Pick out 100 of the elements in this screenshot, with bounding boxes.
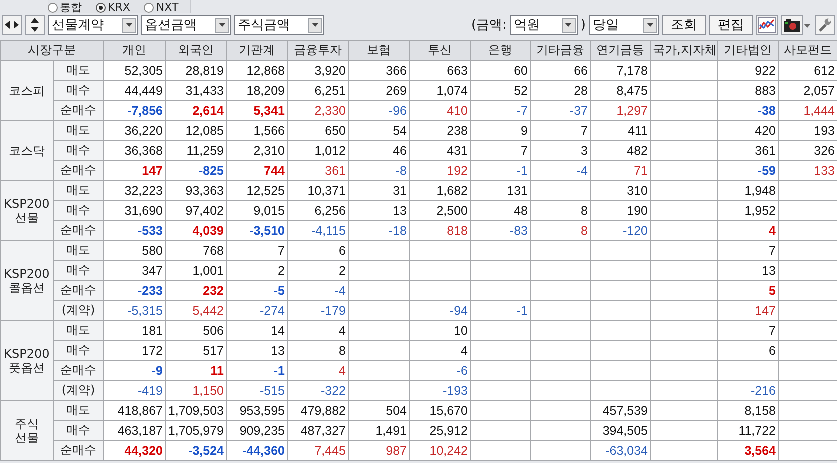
table-cell: 1,074: [410, 80, 470, 100]
table-cell: 463,187: [104, 420, 166, 440]
camera-icon[interactable]: [781, 15, 803, 35]
toolbar-button[interactable]: 조회: [662, 15, 706, 35]
table-cell: -44,360: [226, 440, 288, 460]
row-label: 매도: [54, 240, 104, 260]
table-cell: 232: [166, 280, 226, 300]
table-cell: 744: [226, 160, 288, 180]
vertical-arrows-icon[interactable]: [25, 15, 45, 35]
dropdown[interactable]: 옵션금액: [141, 15, 231, 35]
market-label: KSP200 콜옵션: [0, 240, 54, 320]
table-cell: 650: [288, 120, 348, 140]
table-cell: 15,670: [410, 400, 470, 420]
table-cell: -120: [590, 220, 650, 240]
row-label: (계약): [54, 300, 104, 320]
table-cell: 192: [410, 160, 470, 180]
table-cell: 8: [530, 220, 590, 240]
market-label: KSP200 풋옵션: [0, 320, 54, 400]
table-cell: 1,150: [166, 380, 226, 400]
table-cell: -5: [226, 280, 288, 300]
table-cell: -193: [410, 380, 470, 400]
table-cell: 14: [226, 320, 288, 340]
table-cell: 768: [166, 240, 226, 260]
table-cell: 420: [718, 120, 778, 140]
column-header: 국가,지자체: [650, 40, 718, 60]
toolbar-button[interactable]: 편집: [709, 15, 753, 35]
row-label: 순매수: [54, 220, 104, 240]
table-cell: 7,445: [288, 440, 348, 460]
radio-label[interactable]: 통합: [60, 2, 82, 13]
table-cell: 66: [530, 60, 590, 80]
column-header: 외국인: [166, 40, 226, 60]
table-cell: 13: [718, 260, 778, 280]
row-label: 순매수: [54, 280, 104, 300]
wrench-icon[interactable]: [815, 15, 835, 35]
table-cell: 12,868: [226, 60, 288, 80]
table-cell: 93,363: [166, 180, 226, 200]
table-cell: 7: [718, 320, 778, 340]
line-chart-icon[interactable]: [756, 15, 778, 35]
table-cell: 909,235: [226, 420, 288, 440]
table-cell: -1: [470, 160, 530, 180]
table-cell: 147: [104, 160, 166, 180]
table-cell: 48: [470, 200, 530, 220]
table-cell: 71: [590, 160, 650, 180]
table-cell: 1,948: [718, 180, 778, 200]
row-label: 순매수: [54, 360, 104, 380]
table-cell: -5,315: [104, 300, 166, 320]
table-cell: 11: [166, 360, 226, 380]
table-cell: 31: [348, 180, 410, 200]
column-header: 기타금융: [530, 40, 590, 60]
table-cell: -419: [104, 380, 166, 400]
table-cell: 238: [410, 120, 470, 140]
row-label: 매도: [54, 120, 104, 140]
table-cell: 1,705,979: [166, 420, 226, 440]
table-cell: 44,449: [104, 80, 166, 100]
table-cell: 7: [718, 240, 778, 260]
dropdown[interactable]: 당일: [589, 15, 659, 35]
row-label: 순매수: [54, 160, 104, 180]
table-cell: 172: [104, 340, 166, 360]
table-cell: 7: [530, 120, 590, 140]
table-cell: 479,882: [288, 400, 348, 420]
horizontal-arrows-icon[interactable]: [2, 15, 22, 35]
row-label: 매도: [54, 60, 104, 80]
column-header: 기타법인: [718, 40, 778, 60]
table-cell: 347: [104, 260, 166, 280]
table-cell: 13: [348, 200, 410, 220]
table-cell: 36,368: [104, 140, 166, 160]
row-label: 순매수: [54, 100, 104, 120]
column-header: 시장구분: [0, 40, 104, 60]
row-label: 매도: [54, 400, 104, 420]
table-cell: 3,920: [288, 60, 348, 80]
column-header: 보험: [348, 40, 410, 60]
radio-button[interactable]: [48, 2, 58, 12]
market-label: 코스닥: [0, 120, 54, 180]
table-cell: 28: [530, 80, 590, 100]
dropdown[interactable]: 주식금액: [234, 15, 324, 35]
table-cell: -179: [288, 300, 348, 320]
column-header: 기관계: [226, 40, 288, 60]
column-header: 투신: [410, 40, 470, 60]
table-cell: -4,115: [288, 220, 348, 240]
table-cell: -96: [348, 100, 410, 120]
row-label: 순매수: [54, 440, 104, 460]
row-label: (계약): [54, 380, 104, 400]
radio-label[interactable]: KRX: [108, 2, 130, 13]
row-label: 매수: [54, 340, 104, 360]
dropdown[interactable]: 억원: [510, 15, 578, 35]
table-cell: 18,209: [226, 80, 288, 100]
radio-label[interactable]: NXT: [156, 2, 179, 13]
table-cell: -8: [348, 160, 410, 180]
table-cell: -322: [288, 380, 348, 400]
table-cell: 190: [590, 200, 650, 220]
table-cell: 2: [226, 260, 288, 280]
table-cell: -18: [348, 220, 410, 240]
table-cell: 504: [348, 400, 410, 420]
table-cell: 131: [470, 180, 530, 200]
radio-button[interactable]: [96, 2, 106, 12]
dropdown[interactable]: 선물계약: [48, 15, 138, 35]
table-cell: 97,402: [166, 200, 226, 220]
row-label: 매수: [54, 260, 104, 280]
radio-button[interactable]: [144, 2, 154, 12]
table-cell: 2,330: [288, 100, 348, 120]
